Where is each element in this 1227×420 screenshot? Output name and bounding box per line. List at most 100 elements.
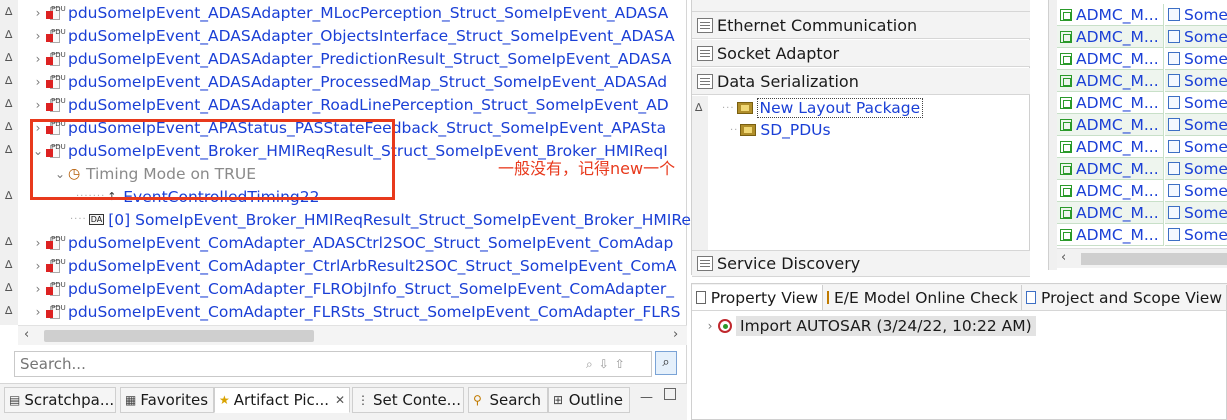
horizontal-scrollbar[interactable]: ‹ <box>1057 248 1227 268</box>
list-item[interactable]: ADMC_M... Some <box>1057 136 1227 158</box>
property-view-icon <box>696 291 706 304</box>
history-label: Import AUTOSAR (3/24/22, 10:22 AM) <box>736 316 1036 336</box>
chevron-right-icon[interactable]: › <box>30 236 46 250</box>
list-gutter <box>1049 0 1057 270</box>
tab-label: Property View <box>710 288 818 307</box>
list-item-type: Some <box>1184 115 1227 134</box>
warning-icon: ∆ <box>5 28 13 41</box>
tree-item-label: pduSomeIpEvent_ComAdapter_CtrlArbResult2… <box>68 256 677 275</box>
scroll-right-icon[interactable]: › <box>673 327 678 342</box>
history-entry[interactable]: › Import AUTOSAR (3/24/22, 10:22 AM) <box>702 315 1036 337</box>
tree-item-pdu[interactable]: › PDU pduSomeIpEvent_ADASAdapter_Process… <box>30 70 667 93</box>
annotation-note: 一般没有，记得new一个 <box>498 159 676 178</box>
tab-artifact-picker[interactable]: ★ Artifact Pic... ✕ <box>214 387 350 413</box>
search-input[interactable] <box>20 355 580 373</box>
tree-item-data-assignment[interactable]: ···· DA [0] SomeIpEvent_Broker_HMIReqRes… <box>70 208 691 231</box>
maximize-icon[interactable] <box>664 388 676 400</box>
tab-label: Favorites <box>140 391 209 409</box>
category-label: Data Serialization <box>717 71 859 91</box>
tree-item-label: pduSomeIpEvent_ADASAdapter_ProcessedMap_… <box>68 72 668 91</box>
category-socket-adaptor[interactable]: Socket Adaptor <box>692 40 1030 67</box>
module-icon <box>1060 118 1072 131</box>
chevron-right-icon[interactable]: › <box>702 319 718 333</box>
chevron-right-icon[interactable]: › <box>30 282 46 296</box>
package-new-layout-package[interactable]: ··· New Layout Package <box>722 97 924 119</box>
list-item[interactable]: ADMC_M... Some <box>1057 114 1227 136</box>
list-item[interactable]: ADMC_M... Some <box>1057 158 1227 180</box>
scratchpad-icon: ▤ <box>9 393 21 407</box>
minimize-icon[interactable]: — <box>640 390 653 405</box>
category-service-discovery[interactable]: Service Discovery <box>692 250 1030 277</box>
pdu-icon: PDU <box>46 74 66 90</box>
tree-item-pdu[interactable]: › PDU pduSomeIpEvent_ADASAdapter_MLocPer… <box>30 1 669 24</box>
scrollbar-thumb[interactable] <box>44 330 314 342</box>
list-item-type: Some <box>1184 5 1227 24</box>
chevron-right-icon[interactable]: › <box>30 52 46 66</box>
list-item[interactable]: ADMC_M... Some <box>1057 224 1227 246</box>
tab-label: Scratchpa... <box>24 391 115 409</box>
list-item-name: ADMC_M... <box>1076 93 1159 112</box>
tree-item-pdu[interactable]: › PDU pduSomeIpEvent_ADASAdapter_Predict… <box>30 47 672 70</box>
list-item[interactable]: ADMC_M... Some <box>1057 92 1227 114</box>
close-icon[interactable]: ✕ <box>335 393 345 407</box>
tab-favorites[interactable]: ▦ Favorites <box>120 387 214 413</box>
list-item[interactable]: ADMC_M... Some <box>1057 70 1227 92</box>
package-icon <box>736 102 753 114</box>
list-item[interactable]: ADMC_M... Some <box>1057 48 1227 70</box>
tree-item-pdu[interactable]: › PDU pduSomeIpEvent_ComAdapter_FLRSts_S… <box>30 300 681 323</box>
scroll-left-icon[interactable]: ‹ <box>1061 250 1066 265</box>
chevron-right-icon[interactable]: › <box>30 6 46 20</box>
tree-item-pdu[interactable]: › PDU pduSomeIpEvent_ComAdapter_CtrlArbR… <box>30 254 677 277</box>
tab-label: E/E Model Online Check <box>834 288 1018 307</box>
category-label: Service Discovery <box>717 254 861 273</box>
tree-item-pdu[interactable]: › PDU pduSomeIpEvent_ADASAdapter_Objects… <box>30 24 675 47</box>
tab-outline[interactable]: ⊞ Outline <box>548 387 630 413</box>
list-item-name: ADMC_M... <box>1076 225 1159 244</box>
tab-project-and-scope-view[interactable]: Project and Scope View <box>1022 285 1227 310</box>
category-ethernet-communication[interactable]: Ethernet Communication <box>692 12 1030 39</box>
pdu-icon: PDU <box>46 235 66 251</box>
list-item[interactable]: ADMC_M... Some <box>1057 202 1227 224</box>
category-data-serialization[interactable]: Data Serialization <box>692 68 1030 95</box>
bottom-view-tabs: ▤ Scratchpa... ▦ Favorites ★ Artifact Pi… <box>0 383 687 420</box>
search-prev-icon[interactable]: ⇧ <box>615 357 625 371</box>
module-icon <box>1060 52 1072 65</box>
pdu-icon: PDU <box>46 28 66 44</box>
scrollbar-thumb[interactable] <box>1081 253 1227 265</box>
chevron-right-icon[interactable]: › <box>30 75 46 89</box>
warning-icon: ∆ <box>5 143 13 156</box>
list-item-type: Some <box>1184 181 1227 200</box>
document-icon <box>1168 96 1180 109</box>
chevron-right-icon[interactable]: › <box>30 305 46 319</box>
document-icon <box>1168 30 1180 43</box>
module-icon <box>1060 140 1072 153</box>
scroll-left-icon[interactable]: ‹ <box>24 327 29 342</box>
project-scope-icon <box>1026 291 1037 304</box>
search-next-icon[interactable]: ⇩ <box>599 357 609 371</box>
chevron-right-icon[interactable]: › <box>30 259 46 273</box>
tree-item-pdu[interactable]: › PDU pduSomeIpEvent_ComAdapter_FLRObjIn… <box>30 277 674 300</box>
package-label: New Layout Package <box>756 98 924 118</box>
tree-item-label: pduSomeIpEvent_ADASAdapter_ObjectsInterf… <box>68 26 675 45</box>
list-item-type: Some <box>1184 137 1227 156</box>
search-button[interactable]: ⌕ <box>655 351 677 375</box>
search-box[interactable]: ⌕ ⇩ ⇧ <box>14 351 652 377</box>
tree-item-pdu[interactable]: › PDU pduSomeIpEvent_ComAdapter_ADASCtrl… <box>30 231 674 254</box>
list-item[interactable]: ADMC_M... Some <box>1057 4 1227 26</box>
package-sd-pdus[interactable]: ·· SD_PDUs <box>730 119 831 141</box>
horizontal-scrollbar[interactable]: ‹ › <box>18 325 687 345</box>
search-options-icon[interactable]: ⌕ <box>586 357 593 372</box>
tab-scratchpad[interactable]: ▤ Scratchpa... <box>4 387 116 413</box>
chevron-right-icon[interactable]: › <box>30 29 46 43</box>
list-item-name: ADMC_M... <box>1076 5 1159 24</box>
tab-property-view[interactable]: Property View <box>692 285 823 310</box>
list-item[interactable]: ADMC_M... Some <box>1057 180 1227 202</box>
chevron-right-icon[interactable]: › <box>30 98 46 112</box>
da-icon: DA <box>88 214 105 225</box>
tab-ee-model-online-check[interactable]: E/E Model Online Check <box>823 285 1022 310</box>
favorites-icon: ▦ <box>125 393 137 407</box>
tab-set-context[interactable]: ⋮ Set Conte... <box>352 387 464 413</box>
tab-search[interactable]: ⚲ Search <box>468 387 548 413</box>
tree-item-pdu[interactable]: › PDU pduSomeIpEvent_ADASAdapter_RoadLin… <box>30 93 669 116</box>
list-item[interactable]: ADMC_M... Some <box>1057 26 1227 48</box>
